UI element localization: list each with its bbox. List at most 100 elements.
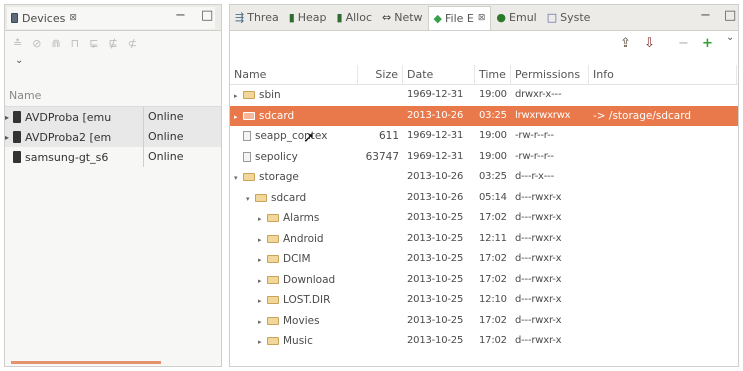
expand-toggle-icon[interactable]: ▸ <box>258 332 267 352</box>
cell-date: 1969-12-31 <box>407 150 464 162</box>
table-row[interactable]: ▸ Music 2013-10-25 17:02 d---rwxr-x <box>230 331 738 352</box>
cell-permissions: d---rwxr-x <box>515 314 562 326</box>
cell-date: 2013-10-26 <box>407 191 464 203</box>
new-folder-icon[interactable]: + <box>702 36 713 51</box>
expand-toggle-icon[interactable]: ▸ <box>234 86 243 106</box>
table-row[interactable]: ▸ sdcard 2013-10-26 03:25 lrwxrwxrwx -> /stor… <box>230 105 738 127</box>
cell-info <box>589 147 737 168</box>
column-permissions[interactable]: Permissions <box>511 64 589 85</box>
expand-toggle-icon[interactable]: ▾ <box>234 168 243 188</box>
table-row[interactable]: ▸ DCIM 2013-10-25 17:02 d---rwxr-x <box>230 249 738 270</box>
expand-toggle-icon[interactable]: ▸ <box>258 209 267 229</box>
file-name: seapp_contex <box>255 130 328 142</box>
close-icon[interactable]: ⊠ <box>478 13 486 23</box>
tab-label: Threa <box>247 11 279 24</box>
table-row[interactable]: ▾ storage 2013-10-26 03:25 d---r-x--- <box>230 167 738 188</box>
cell-size: 611 <box>378 130 399 142</box>
device-row[interactable]: samsung-gt_s6 Online <box>5 147 221 167</box>
cell-date: 2013-10-26 <box>407 109 464 121</box>
device-toolbar-icon[interactable]: ⊘ <box>32 37 41 50</box>
cell-name: ▸ sbin <box>230 85 358 106</box>
cell-size <box>358 106 403 127</box>
device-toolbar-icon[interactable]: ⋒ <box>51 37 60 50</box>
column-date[interactable]: Date <box>403 64 475 85</box>
tab-alloc[interactable]: ▮ Alloc <box>332 6 377 30</box>
device-toolbar-icon[interactable]: ⊄ <box>128 37 137 50</box>
devices-tab-label: Devices <box>22 11 66 25</box>
tab-label: Heap <box>297 11 327 24</box>
tab-syste[interactable]: □ Syste <box>542 6 596 30</box>
expand-toggle-icon[interactable]: ▸ <box>258 312 267 332</box>
minimize-button[interactable]: − <box>175 8 186 23</box>
cell-name: ▸ Alarms <box>230 208 358 229</box>
devices-view-menu[interactable]: ⌄ <box>5 55 221 77</box>
device-toolbar-icon[interactable]: ≛ <box>13 37 22 50</box>
maximize-button[interactable]: □ <box>201 8 213 23</box>
file-table-header: Name Size Date Time Permissions Info <box>230 64 738 85</box>
delete-icon[interactable]: − <box>678 36 689 51</box>
table-row[interactable]: ▸ LOST.DIR 2013-10-25 12:10 d---rwxr-x <box>230 290 738 311</box>
file-explorer-panel: ⇶ Threa ▮ Heap ▮ Alloc ⇔ Netw ◆ File E ⊠ ● Emul □ Syst… <box>229 4 739 367</box>
expand-toggle-icon[interactable]: ▸ <box>258 291 267 311</box>
cell-time: 17:02 <box>479 253 507 264</box>
cell-date: 2013-10-25 <box>407 253 464 264</box>
push-file-icon[interactable]: ⇩ <box>644 36 655 51</box>
expand-toggle-icon[interactable]: ▸ <box>258 250 267 270</box>
table-row[interactable]: ▸ Download 2013-10-25 17:02 d---rwxr-x <box>230 270 738 291</box>
phone-icon <box>13 111 21 123</box>
device-toolbar-icon[interactable]: ⋤ <box>89 37 98 50</box>
minimize-button[interactable]: − <box>700 8 711 23</box>
cell-size <box>358 311 403 332</box>
devices-panel: Devices ⊠ − □ ≛ ⊘ ⋒ ⊓ ⋤ ⋢ ⊄ ⌄ Name ▸ AVDProba [… <box>4 4 222 367</box>
cell-date: 2013-10-25 <box>407 212 464 223</box>
table-row[interactable]: ▸ Android 2013-10-25 12:11 d---rwxr-x <box>230 229 738 250</box>
maximize-button[interactable]: □ <box>724 8 736 23</box>
device-row[interactable]: ▸ AVDProba [emu Online <box>5 107 221 127</box>
expand-toggle-icon[interactable]: ▸ <box>258 230 267 250</box>
device-name: samsung-gt_s6 <box>25 150 109 164</box>
cell-size <box>358 249 403 270</box>
device-row[interactable]: ▸ AVDProba2 [em Online <box>5 127 221 147</box>
folder-icon <box>267 296 279 304</box>
phone-icon <box>13 151 21 163</box>
tab-file-e[interactable]: ◆ File E ⊠ <box>427 5 492 30</box>
expand-toggle-icon[interactable]: ▾ <box>246 189 255 209</box>
table-row[interactable]: ▸ sbin 1969-12-31 19:00 drwxr-x--- <box>230 85 738 106</box>
file-icon <box>243 151 251 162</box>
cell-size <box>358 270 403 291</box>
expand-toggle-icon[interactable]: ▸ <box>258 271 267 291</box>
table-row[interactable]: ▸ Movies 2013-10-25 17:02 d---rwxr-x <box>230 311 738 332</box>
pull-file-icon[interactable]: ⇪ <box>620 36 631 51</box>
devices-column-name[interactable]: Name <box>5 85 221 107</box>
view-menu-icon[interactable]: ⌄ <box>726 32 734 43</box>
cell-name: sepolicy <box>230 147 358 168</box>
tab-threa[interactable]: ⇶ Threa <box>230 6 284 30</box>
cell-time: 19:00 <box>479 130 507 141</box>
expand-arrow-icon[interactable]: ▸ <box>5 113 13 122</box>
cell-info <box>589 85 737 106</box>
close-icon[interactable]: ⊠ <box>69 13 77 23</box>
device-toolbar-icon[interactable]: ⊓ <box>71 37 80 50</box>
column-info[interactable]: Info <box>589 64 737 85</box>
device-toolbar-icon[interactable]: ⋢ <box>108 37 117 50</box>
cell-permissions: d---rwxr-x <box>515 335 562 346</box>
cell-size <box>358 188 403 209</box>
column-time[interactable]: Time <box>475 64 511 85</box>
device-status: Online <box>143 107 199 127</box>
expand-toggle-icon[interactable]: ▸ <box>234 107 243 127</box>
tab-heap[interactable]: ▮ Heap <box>284 6 332 30</box>
column-size[interactable]: Size <box>358 64 403 85</box>
table-row[interactable]: sepolicy 63747 1969-12-31 19:00 -rw-r--r-- <box>230 147 738 168</box>
tab-netw[interactable]: ⇔ Netw <box>377 6 428 30</box>
chevron-down-icon[interactable]: ⌄ <box>15 55 23 66</box>
file-table-body: ▸ sbin 1969-12-31 19:00 drwxr-x--- ▸ sdcard 201… <box>230 85 738 352</box>
column-name[interactable]: Name <box>230 64 358 85</box>
table-row[interactable]: ▸ Alarms 2013-10-25 17:02 d---rwxr-x <box>230 208 738 229</box>
tab-icon: ● <box>496 11 507 24</box>
tab-label: File E <box>445 11 474 25</box>
table-row[interactable]: ▾ sdcard 2013-10-26 05:14 d---rwxr-x <box>230 188 738 209</box>
file-name: Music <box>283 335 313 347</box>
cell-time: 17:02 <box>479 335 507 346</box>
expand-arrow-icon[interactable]: ▸ <box>5 133 13 142</box>
tab-emul[interactable]: ● Emul <box>491 6 541 30</box>
